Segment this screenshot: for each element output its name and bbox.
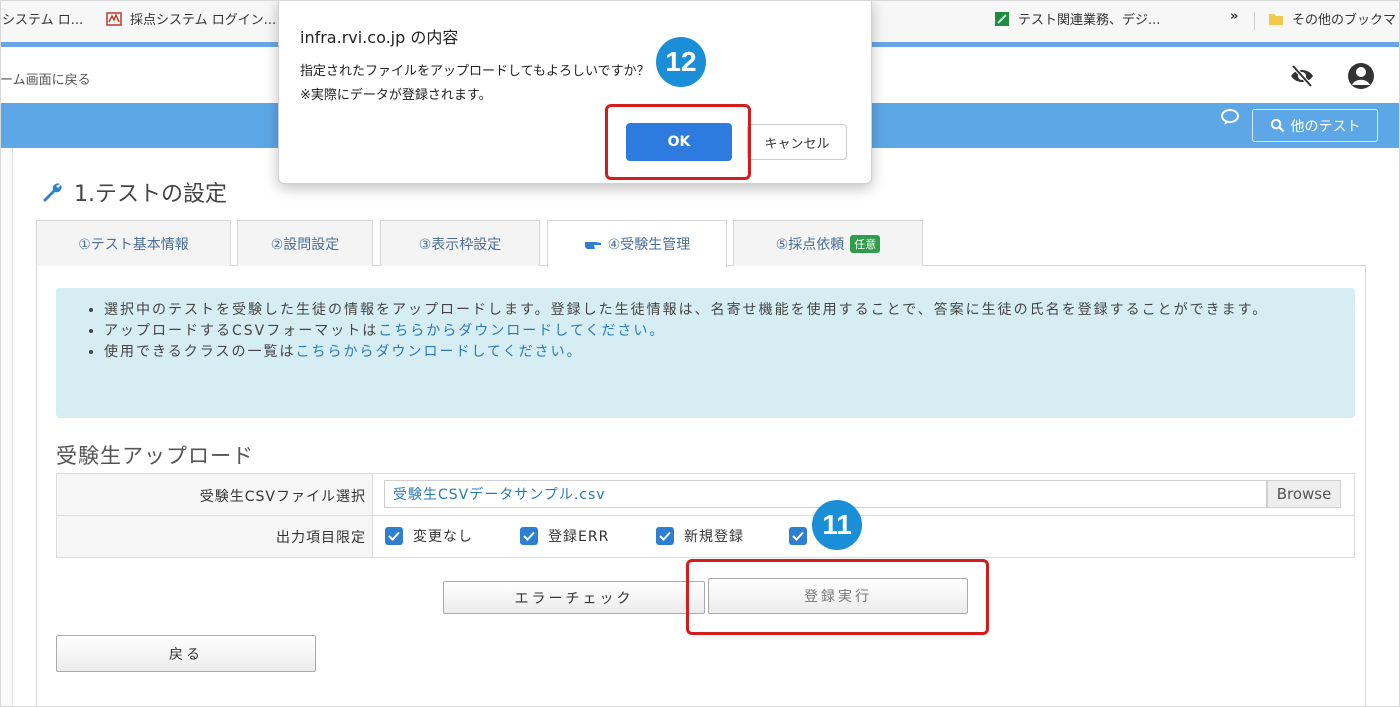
row-divider — [56, 515, 1355, 516]
cancel-button[interactable]: キャンセル — [747, 124, 847, 160]
file-select-label: 受験生CSVファイル選択 — [199, 489, 366, 505]
upload-title: 受験生アップロード — [56, 444, 254, 468]
dialog-note: ※実際にデータが登録されます。 — [300, 88, 492, 103]
section-title: 1.テストの設定 — [40, 176, 227, 208]
eye-slash-icon[interactable] — [1288, 62, 1316, 90]
bookmark-overflow[interactable]: » — [1230, 9, 1238, 24]
logo-icon — [106, 11, 122, 26]
browse-button[interactable]: Browse — [1267, 480, 1341, 508]
left-gutter — [0, 148, 13, 707]
info-line: 選択中のテストを受験した生徒の情報をアップロードします。登録した生徒情報は、名寄… — [104, 300, 1335, 321]
highlight-register-button — [686, 559, 989, 635]
filter-register-error-checkbox[interactable]: 登録ERR — [520, 526, 609, 546]
highlight-ok-button — [605, 104, 751, 180]
back-home-link[interactable]: ーム画面に戻る — [0, 69, 91, 88]
bookmark-item[interactable]: その他のブックマ — [1268, 9, 1396, 28]
tab-label: ②設問設定 — [270, 236, 340, 253]
tab-label: ①テスト基本情報 — [78, 236, 189, 253]
check-icon — [656, 527, 674, 545]
checkbox-label: 新規登録 — [684, 529, 744, 545]
folder-icon — [1269, 13, 1283, 25]
filter-unchanged-checkbox[interactable]: 変更なし — [385, 526, 473, 546]
tab-display-frame[interactable]: ③表示枠設定 — [380, 220, 540, 266]
check-icon — [385, 527, 403, 545]
content-frame-right — [1365, 266, 1366, 707]
error-check-button[interactable]: エラーチェック — [443, 581, 705, 614]
checkbox-label: 変更なし — [413, 529, 473, 545]
check-icon — [520, 527, 538, 545]
bookmark-label: 採点システム ログイン... — [130, 13, 277, 28]
filter-new-register-checkbox[interactable]: 新規登録 — [656, 526, 744, 546]
pointing-hand-icon — [584, 242, 601, 249]
content-frame-left — [36, 266, 37, 707]
user-icon[interactable] — [1346, 61, 1376, 91]
tab-label: ④受験生管理 — [607, 237, 691, 253]
info-line: アップロードするCSVフォーマットはこちらからダウンロードしてください。 — [104, 321, 1335, 342]
bookmark-label: テスト関連業務、デジ... — [1018, 13, 1161, 28]
step-12-badge: 12 — [656, 37, 706, 87]
divider — [1254, 12, 1255, 30]
search-icon — [1270, 118, 1284, 133]
back-button[interactable]: 戻る — [56, 635, 316, 672]
optional-badge: 任意 — [850, 234, 881, 253]
tab-basic-info[interactable]: ①テスト基本情報 — [36, 220, 231, 266]
wrench-icon — [43, 183, 62, 202]
tab-question-settings[interactable]: ②設問設定 — [237, 220, 373, 266]
section-title-text: 1.テストの設定 — [74, 182, 227, 207]
bookmark-item[interactable]: 採点システム ログイン... — [106, 9, 276, 28]
step-11-badge: 11 — [812, 500, 862, 550]
column-divider — [372, 473, 373, 558]
overflow-icon: » — [1230, 9, 1239, 24]
tab-label: ⑤採点依頼 — [775, 236, 845, 253]
info-line: 使用できるクラスの一覧はこちらからダウンロードしてください。 — [104, 342, 1335, 363]
csv-format-download-link[interactable]: こちらからダウンロードしてください。 — [378, 323, 665, 339]
check-icon — [789, 527, 807, 545]
info-text: 使用できるクラスの一覧は — [104, 344, 296, 360]
chat-icon[interactable] — [1220, 108, 1240, 126]
info-text: アップロードするCSVフォーマットは — [104, 323, 379, 339]
dialog-title: infra.rvi.co.jp の内容 — [300, 28, 459, 47]
checkbox-label: 登録ERR — [548, 529, 610, 545]
tab-label: ③表示枠設定 — [418, 236, 502, 253]
dialog-message: 指定されたファイルをアップロードしてもよろしいですか？ — [300, 64, 650, 79]
bookmark-item[interactable]: システム ロ... — [2, 9, 83, 28]
tab-scoring-request[interactable]: ⑤採点依頼 任意 — [733, 220, 923, 266]
other-test-search-button[interactable]: 他のテスト — [1252, 109, 1378, 142]
class-list-download-link[interactable]: こちらからダウンロードしてください。 — [295, 344, 582, 360]
bookmark-item[interactable]: テスト関連業務、デジ... — [994, 9, 1160, 28]
tab-examinee-management[interactable]: ④受験生管理 — [547, 220, 727, 267]
other-test-label: 他のテスト — [1290, 118, 1361, 135]
bookmark-label: システム ロ... — [2, 13, 84, 28]
filter-label: 出力項目限定 — [276, 530, 366, 546]
info-text: 選択中のテストを受験した生徒の情報をアップロードします。登録した生徒情報は、名寄… — [104, 302, 1269, 318]
sheet-icon — [995, 11, 1009, 26]
info-box: 選択中のテストを受験した生徒の情報をアップロードします。登録した生徒情報は、名寄… — [56, 288, 1355, 418]
bookmark-label: その他のブックマ — [1292, 13, 1397, 28]
